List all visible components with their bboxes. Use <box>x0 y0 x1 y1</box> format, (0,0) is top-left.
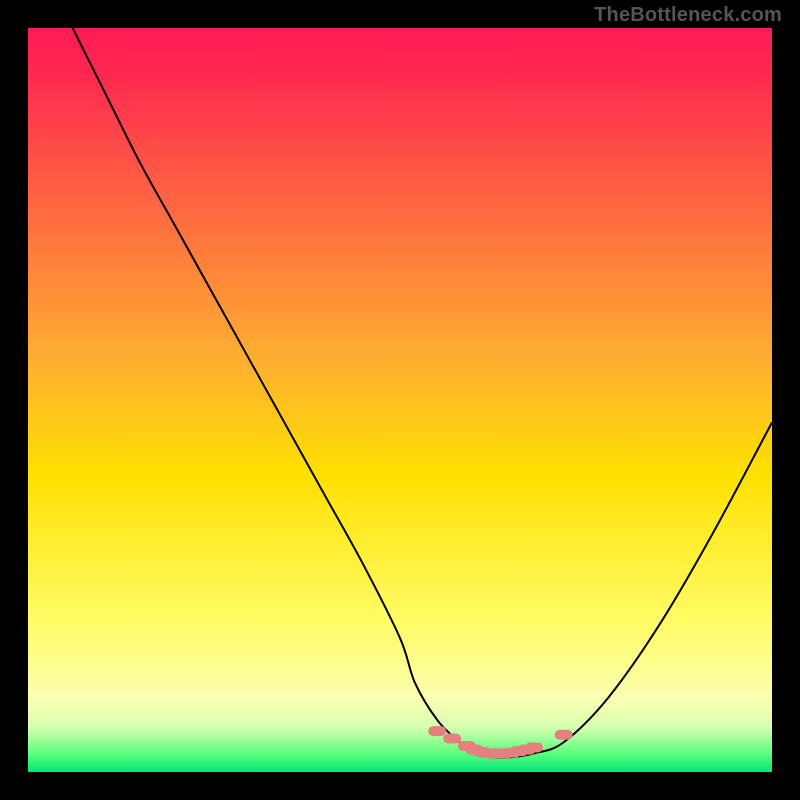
optimal-marker <box>525 742 543 752</box>
optimal-marker <box>443 734 461 744</box>
gradient-background <box>28 28 772 772</box>
watermark-label: TheBottleneck.com <box>594 4 782 27</box>
chart-frame: TheBottleneck.com <box>0 0 800 800</box>
bottleneck-chart <box>28 28 772 772</box>
optimal-marker <box>428 726 446 736</box>
optimal-marker <box>555 730 573 740</box>
plot-area <box>28 28 772 772</box>
